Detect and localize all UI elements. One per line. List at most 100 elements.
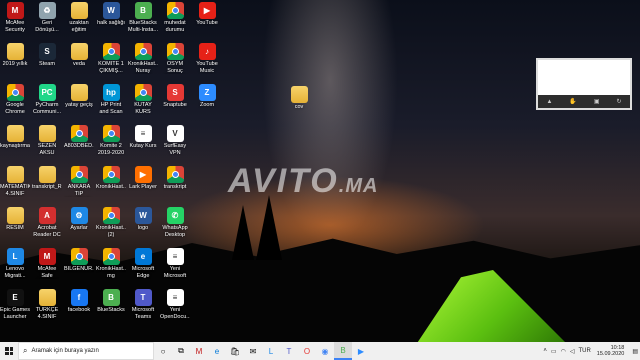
refresh-icon[interactable]: ↻ bbox=[616, 98, 621, 105]
desktop-icon-label: HP Print and Scan Doctor bbox=[99, 102, 123, 115]
desktop-icon[interactable]: A803DBED... bbox=[64, 125, 94, 156]
desktop-icon[interactable]: ▶ YouTube bbox=[192, 2, 222, 33]
desktop-icon-label: Yeni Microsoft bbox=[163, 266, 187, 279]
desktop-icon[interactable]: ⚙ Ayarlar bbox=[64, 207, 94, 238]
desktop-icon-label: Ayarlar bbox=[70, 225, 88, 231]
folder-icon bbox=[38, 166, 56, 183]
document-icon: ≡ bbox=[166, 248, 184, 265]
bluestacks-icon[interactable]: B bbox=[334, 342, 352, 360]
epic-icon: E bbox=[6, 289, 24, 306]
desktop-icon[interactable]: ≡ Yeni OpenDocu... bbox=[160, 289, 190, 320]
mcafee-icon[interactable]: M bbox=[190, 342, 208, 360]
desktop-icon-label: logo bbox=[137, 225, 149, 231]
desktop-icon[interactable]: T Microsoft Teams bbox=[128, 289, 158, 320]
desktop-icon[interactable]: KUTAY KURS bbox=[128, 84, 158, 115]
desktop-icon[interactable]: KronikHast... (2) bbox=[96, 207, 126, 238]
chrome-icon[interactable]: ◉ bbox=[316, 342, 334, 360]
desktop-icon[interactable]: ▶ Lark Player bbox=[128, 166, 158, 197]
window-thumbnail-preview[interactable]: ▲ ✋ ▣ ↻ bbox=[536, 58, 632, 110]
folder-icon bbox=[6, 125, 24, 142]
desktop-icon[interactable]: KronikHast... bbox=[96, 166, 126, 197]
desktop-icon-label: A803DBED... bbox=[64, 143, 94, 149]
desktop-icon[interactable]: kaynaştırma bbox=[0, 125, 30, 156]
desktop-icon[interactable]: uzaktan eğitim bbox=[64, 2, 94, 33]
start-button[interactable] bbox=[0, 342, 18, 360]
task-view-icon[interactable]: ⧉ bbox=[172, 342, 190, 360]
network-icon[interactable]: ◠ bbox=[559, 348, 568, 355]
desktop-icon[interactable]: cov bbox=[284, 86, 314, 117]
desktop-icon[interactable]: veda bbox=[64, 43, 94, 74]
desktop-icon[interactable]: ✆ WhatsApp Desktop bbox=[160, 207, 190, 238]
desktop-icon[interactable]: f facebook bbox=[64, 289, 94, 320]
desktop-icon[interactable]: BİLGENUR... bbox=[64, 248, 94, 279]
desktop-icon[interactable]: L Lenovo Migrati... bbox=[0, 248, 30, 279]
teams-icon[interactable]: T bbox=[280, 342, 298, 360]
desktop-icon[interactable]: ≡ Yeni Microsoft bbox=[160, 248, 190, 279]
lenovo-icon[interactable]: L bbox=[262, 342, 280, 360]
taskbar-search[interactable]: ⌕ Aramak için buraya yazın bbox=[18, 342, 154, 360]
desktop-icon[interactable]: ♻ Geri Dönüşü... bbox=[32, 2, 62, 33]
desktop-icon[interactable]: hpHP Print and Scan Doctor bbox=[96, 84, 126, 115]
folder-icon bbox=[38, 289, 56, 306]
desktop-icon-label: kaynaştırma bbox=[0, 143, 30, 149]
edge-icon[interactable]: e bbox=[208, 342, 226, 360]
desktop-icon[interactable]: PC PyCharm Communi... bbox=[32, 84, 62, 115]
desktop-icon[interactable]: B BlueStacks bbox=[96, 289, 126, 320]
desktop-icon[interactable]: transkript_R... bbox=[32, 166, 62, 197]
desktop-icon[interactable]: muhedat durumu bbox=[160, 2, 190, 33]
chevron-up-icon[interactable]: ˄ bbox=[541, 348, 549, 354]
desktop-icon[interactable]: RESİM bbox=[0, 207, 30, 238]
desktop-icon[interactable]: Whalk sağlığı bbox=[96, 2, 126, 33]
desktop-icon[interactable]: ÖSYM Sonuç Açıklama S... bbox=[160, 43, 190, 74]
chevron-up-icon[interactable]: ▲ bbox=[546, 99, 552, 105]
desktop-icon[interactable]: E Epic Games Launcher bbox=[0, 289, 30, 320]
mail-icon[interactable]: ✉ bbox=[244, 342, 262, 360]
desktop-icon[interactable]: KronikHast... mg bbox=[96, 248, 126, 279]
desktop-icon[interactable]: TÜRKÇE 4.SINIF KUS bbox=[32, 289, 62, 320]
desktop-icon[interactable]: KOMİTE 1 ÇIKMIŞ... bbox=[96, 43, 126, 74]
desktop-icon[interactable]: e Microsoft Edge bbox=[128, 248, 158, 279]
opera-icon[interactable]: O bbox=[298, 342, 316, 360]
desktop-icon[interactable]: ♪ YouTube Music bbox=[192, 43, 222, 74]
recycle-bin-icon: ♻ bbox=[38, 2, 56, 19]
desktop-icon[interactable]: MMcAfee Security Sc... bbox=[0, 2, 30, 33]
desktop-icon[interactable]: transkript bbox=[160, 166, 190, 197]
desktop-icon[interactable]: MMcAfee Safe Connect bbox=[32, 248, 62, 279]
desktop-icon[interactable]: ANKARA TIP yatayGeciş... bbox=[64, 166, 94, 197]
store-icon[interactable]: 🛍 bbox=[226, 342, 244, 360]
desktop-icon-label: YouTube Music bbox=[196, 61, 218, 74]
hand-icon[interactable]: ✋ bbox=[569, 98, 576, 105]
desktop-icon[interactable]: S Snaptube bbox=[160, 84, 190, 115]
language-indicator[interactable]: TUR bbox=[576, 348, 592, 354]
desktop-icon[interactable]: MATEMATİK 4.SINIF KU... bbox=[0, 166, 30, 197]
battery-icon[interactable]: ▭ bbox=[549, 348, 559, 355]
notification-icon[interactable]: ▤ bbox=[630, 348, 640, 355]
clock[interactable]: 10:18 15.09.2020 bbox=[593, 345, 631, 358]
camera-icon[interactable]: ▣ bbox=[594, 98, 600, 105]
desktop-icon[interactable]: ≡ Kutay Kurs bbox=[128, 125, 158, 156]
cortana-icon[interactable]: ○ bbox=[154, 342, 172, 360]
desktop-icon[interactable]: KronikHast... Nuray ALTAY bbox=[128, 43, 158, 74]
snaptube-icon: S bbox=[166, 84, 184, 101]
desktop-icon[interactable]: SEZEN AKSU bbox=[32, 125, 62, 156]
desktop-icon[interactable]: S Steam bbox=[32, 43, 62, 74]
folder-icon bbox=[38, 125, 56, 142]
desktop-icon[interactable]: 2019 yıllık bbox=[0, 43, 30, 74]
desktop-icon[interactable]: B BlueStacks Multi-Insta... bbox=[128, 2, 158, 33]
search-placeholder: Aramak için buraya yazın bbox=[31, 348, 99, 354]
desktop-icon-label: McAfee Safe Connect bbox=[37, 266, 57, 279]
youtube-music-icon: ♪ bbox=[198, 43, 216, 60]
desktop-icon[interactable]: V SurfEasy VPN bbox=[160, 125, 190, 156]
desktop-icon[interactable]: A Acrobat Reader DC bbox=[32, 207, 62, 238]
desktop-icon[interactable]: yatay geçiş bbox=[64, 84, 94, 115]
document-icon: ≡ bbox=[134, 125, 152, 142]
folder-icon bbox=[6, 43, 24, 60]
desktop-icon[interactable]: Google Chrome bbox=[0, 84, 30, 115]
desktop-icon[interactable]: Wlogo bbox=[128, 207, 158, 238]
desktop-icon[interactable]: Komite 2 2019-2020 bbox=[96, 125, 126, 156]
lark-player-icon: ▶ bbox=[134, 166, 152, 183]
desktop-icon[interactable]: Z Zoom bbox=[192, 84, 222, 115]
wallpaper-tree bbox=[232, 205, 254, 260]
zoom-icon[interactable]: ▶ bbox=[352, 342, 370, 360]
volume-icon[interactable]: ◁ bbox=[568, 348, 577, 355]
